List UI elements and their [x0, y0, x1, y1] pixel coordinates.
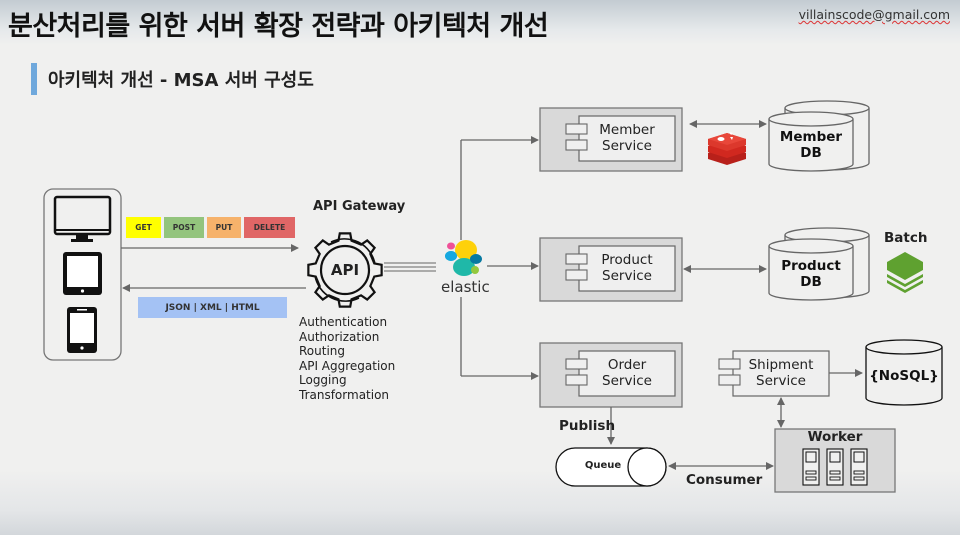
method-post-label: POST [164, 217, 204, 238]
redis-cache-icon [708, 132, 746, 165]
member-db-line2: DB [800, 145, 822, 161]
desktop-monitor-icon [53, 195, 112, 242]
member-service-line1: Member [599, 122, 655, 138]
publish-label: Publish [559, 418, 616, 434]
consumer-label: Consumer [686, 472, 763, 488]
batch-label: Batch [884, 230, 928, 246]
server-icon [802, 448, 820, 486]
elastic-label: elastic [441, 278, 490, 296]
worker-server-icons [802, 448, 868, 486]
method-get-label: GET [126, 217, 161, 238]
gateway-feature-list: Authentication Authorization Routing API… [299, 315, 395, 403]
elastic-logo-icon [445, 240, 482, 276]
gateway-feature-item: Logging [299, 373, 347, 388]
response-formats-label: JSON | XML | HTML [138, 297, 287, 318]
product-service-line2: Service [602, 268, 652, 284]
order-service-label: Order Service [577, 357, 677, 389]
member-service-line2: Service [602, 138, 652, 154]
product-service-line1: Product [601, 252, 653, 268]
smartphone-icon [67, 307, 97, 353]
product-db-line1: Product [781, 258, 841, 274]
member-service-label: Member Service [577, 122, 677, 154]
api-gateway-title: API Gateway [313, 199, 406, 214]
product-db-label: Product DB [771, 258, 851, 290]
client-devices-group [43, 188, 122, 361]
member-db-line1: Member [779, 129, 843, 145]
method-put-label: PUT [207, 217, 241, 238]
gateway-feature-item: API Aggregation [299, 358, 396, 373]
gateway-to-lb-connector [384, 262, 436, 272]
gateway-feature-item: Transformation [299, 387, 390, 402]
queue-label: Queue [584, 460, 622, 471]
tablet-icon [63, 252, 102, 295]
method-delete-label: DELETE [244, 217, 295, 238]
shipment-service-line2: Service [756, 373, 806, 389]
api-gateway-icon-text: API [330, 261, 360, 279]
member-db-label: Member DB [771, 129, 851, 161]
server-icon [850, 448, 868, 486]
nosql-db-label: {NoSQL} [869, 368, 939, 384]
product-service-label: Product Service [577, 252, 677, 284]
gateway-feature-item: Authentication [299, 315, 388, 329]
product-db-line2: DB [800, 274, 822, 290]
shipment-service-line1: Shipment [748, 357, 814, 373]
shipment-service-label: Shipment Service [731, 357, 831, 389]
order-service-line1: Order [607, 357, 647, 373]
order-service-line2: Service [602, 373, 652, 389]
server-icon [826, 448, 844, 486]
gateway-feature-item: Routing [299, 344, 346, 359]
gateway-feature-item: Authorization [299, 329, 380, 344]
batch-layers-icon [887, 252, 923, 293]
worker-label: Worker [807, 429, 863, 445]
